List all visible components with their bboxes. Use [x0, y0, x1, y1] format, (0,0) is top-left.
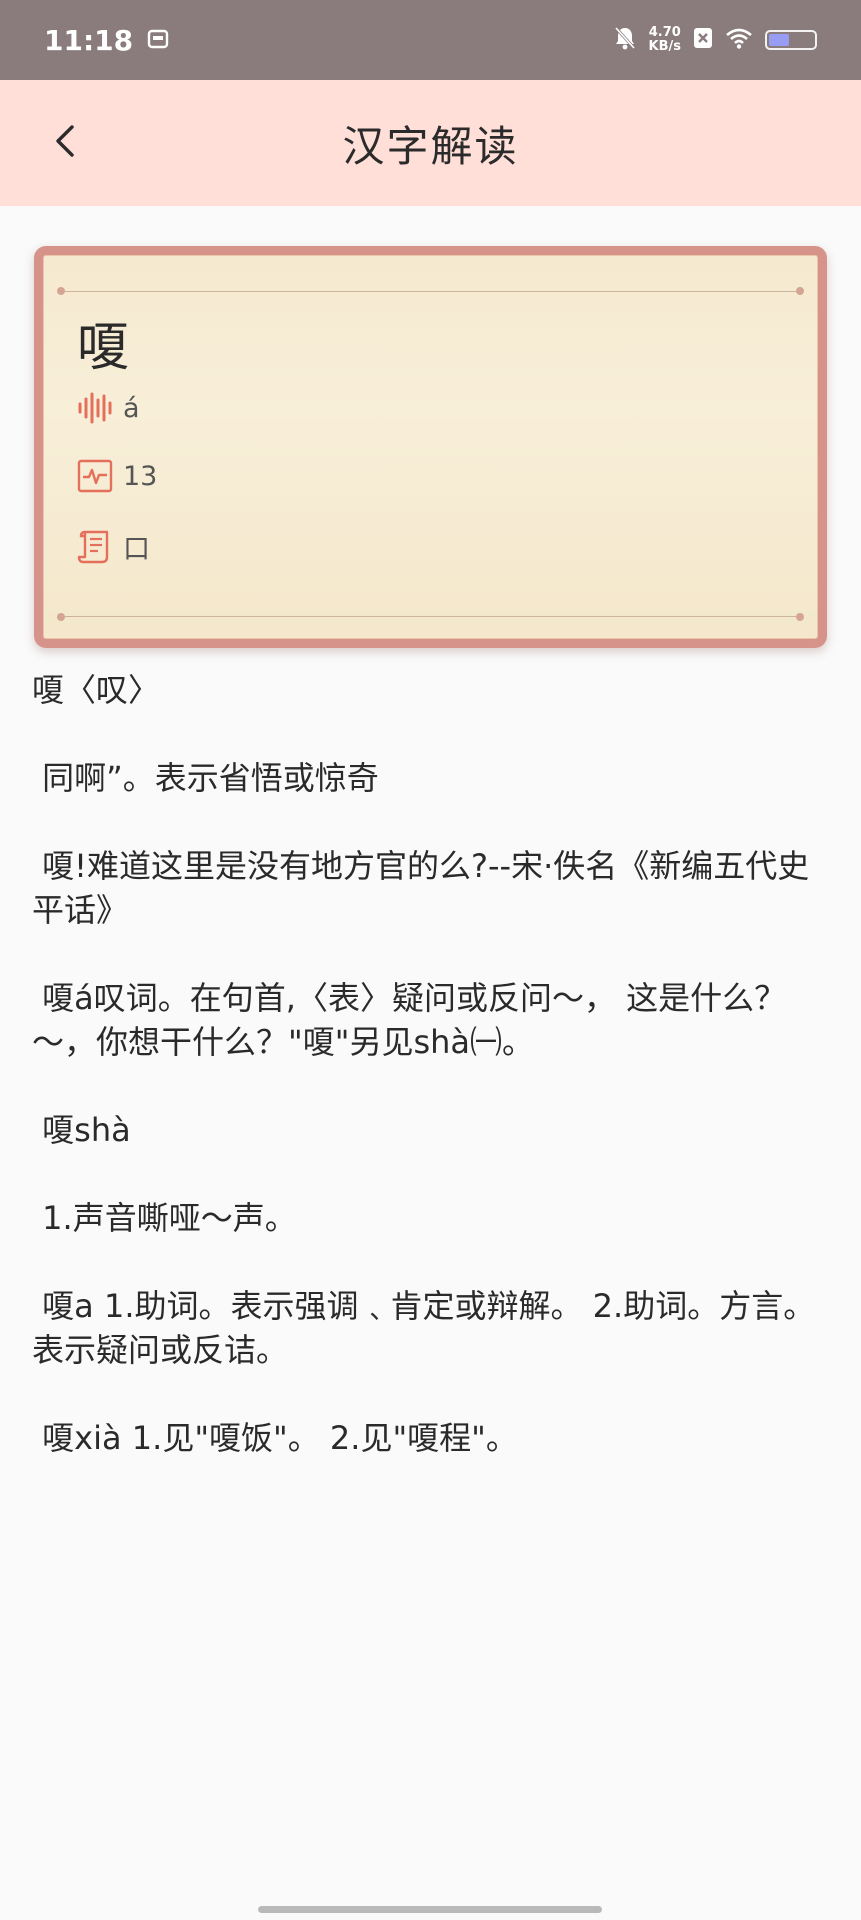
home-indicator[interactable] [258, 1906, 602, 1913]
stroke-pulse-icon [77, 459, 113, 493]
definition-paragraph: 嗄!难道这里是没有地方官的么?--宋·佚名《新编五代史平话》 [32, 847, 810, 929]
pinyin-row: á [77, 391, 140, 425]
notification-app-icon [147, 24, 169, 57]
mute-bell-icon [613, 25, 637, 55]
sound-wave-icon [77, 391, 113, 425]
status-left: 11:18 [44, 24, 169, 57]
battery-level [769, 34, 789, 46]
card-ornament [796, 613, 804, 621]
definition-content: 嗄〈叹〉 同啊”。表示省悟或惊奇 嗄!难道这里是没有地方官的么?--宋·佚名《新… [32, 668, 832, 1504]
definition-paragraph: 嗄á叹词。在句首,〈表〉疑问或反问～， 这是什么？ ～，你想干什么？"嗄"另见s… [32, 979, 797, 1061]
card-frame-top [65, 291, 796, 292]
definition-paragraph: 嗄shà [32, 1111, 131, 1149]
radical-row: 口 [77, 527, 150, 566]
status-time: 11:18 [44, 23, 134, 57]
definition-paragraph: 嗄a 1.助词。表示强调﹑肯定或辩解。 2.助词。方言。表示疑问或反诘。 [32, 1287, 816, 1369]
net-speed-unit: KB/s [648, 39, 681, 54]
card-ornament [796, 287, 804, 295]
pinyin-value: á [123, 392, 140, 424]
definition-paragraph: 嗄xià 1.见"嗄饭"。 2.见"嗄程"。 [32, 1419, 518, 1457]
definition-paragraph: 同啊”。表示省悟或惊奇 [32, 759, 379, 797]
sim-x-icon [693, 27, 713, 53]
definition-paragraph: 1.声音嘶哑～声。 [32, 1199, 297, 1237]
card-frame-bottom [65, 616, 796, 617]
card-ornament [57, 613, 65, 621]
radical-value: 口 [123, 534, 150, 565]
strokes-row: 13 [77, 459, 157, 493]
network-speed: 4.70 KB/s [649, 26, 681, 54]
wifi-icon [725, 27, 753, 53]
app-header: 汉字解读 [0, 80, 861, 206]
back-button[interactable] [40, 113, 90, 173]
status-right: 4.70 KB/s [613, 25, 817, 55]
net-speed-value: 4.70 [648, 25, 681, 40]
chevron-left-icon [53, 124, 77, 162]
strokes-value: 13 [123, 460, 158, 492]
card-ornament [57, 287, 65, 295]
page-title: 汉字解读 [342, 121, 519, 171]
status-bar: 11:18 4.70 KB/s [0, 0, 861, 80]
character-card: 嗄 á 13 口 [34, 246, 827, 648]
definition-paragraph: 嗄〈叹〉 [32, 671, 161, 709]
scroll-radical-icon [77, 529, 113, 565]
battery-icon [765, 30, 817, 50]
character-glyph: 嗄 [77, 318, 130, 378]
